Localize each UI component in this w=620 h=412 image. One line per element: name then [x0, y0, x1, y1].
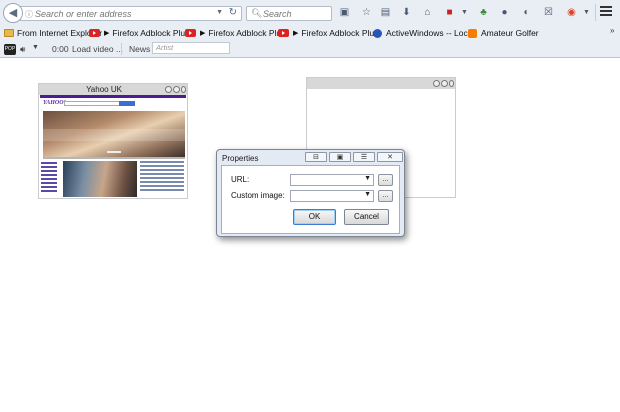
- browse-url-button[interactable]: ...: [378, 174, 393, 186]
- cancel-button[interactable]: Cancel: [344, 209, 389, 225]
- video-toolbar: POP 🔊︎ ▼ 0:00 Load video ... News Artist: [0, 42, 620, 57]
- hamburger-menu-icon[interactable]: [600, 6, 614, 18]
- bookmarks-toolbar: From Internet Explorer ▶ Firefox Adblock…: [0, 26, 620, 40]
- url-label: URL:: [231, 175, 250, 184]
- browse-image-button[interactable]: ...: [378, 190, 393, 202]
- chevron-down-icon[interactable]: ▼: [364, 191, 371, 198]
- play-triangle-icon: ▶: [104, 30, 110, 37]
- artist-input[interactable]: Artist: [152, 42, 230, 54]
- videobar-separator: [121, 43, 122, 55]
- bookmark-amateur-golfer[interactable]: Amateur Golfer: [468, 26, 539, 40]
- bookmark-adblock-2[interactable]: ▶ Firefox Adblock Plu...: [185, 26, 288, 40]
- url-history-dropdown-icon[interactable]: ▼: [216, 9, 223, 16]
- dialog-body: URL: ▼ ... Custom image: ▼ ... OK Cancel: [221, 165, 400, 234]
- extension-red-icon[interactable]: ■: [443, 6, 456, 19]
- close-icon[interactable]: ✕: [377, 152, 403, 162]
- yahoo-story-image: [63, 161, 137, 197]
- navigation-toolbar: ⓘ ▼ ↻ ◀ 🔍︎ ▣ ☆ ▤ ⬇ ⌂ ■ ▼ ♣ ● ◐ ☒ ◉ ▼: [0, 0, 620, 25]
- thumbnail-header: [307, 78, 455, 89]
- bookmark-label: ActiveWindows -- Loc...: [386, 28, 475, 38]
- extension-green-icon[interactable]: ♣: [477, 6, 490, 19]
- clipboard-icon[interactable]: ▤: [379, 6, 392, 19]
- volume-dropdown-icon[interactable]: ▼: [32, 44, 39, 51]
- yahoo-search-button: [119, 101, 135, 106]
- url-bar[interactable]: ⓘ ▼ ↻: [20, 6, 242, 21]
- properties-dialog: Properties ⊟ ▣ ☰ ✕ URL: ▼ ... Custom ima…: [216, 149, 405, 237]
- video-time: 0:00: [52, 44, 69, 54]
- url-input[interactable]: [35, 8, 205, 20]
- youtube-icon: [278, 29, 289, 37]
- hero-pager: [107, 151, 121, 153]
- home-icon[interactable]: ⌂: [421, 6, 434, 19]
- info-icon[interactable]: ⓘ: [25, 9, 33, 20]
- chrome-extension-icon[interactable]: ◉: [565, 6, 578, 19]
- yahoo-logo: YAHOO!: [43, 100, 66, 106]
- close-thumbnail-icon[interactable]: [181, 86, 186, 93]
- yahoo-news-list: [140, 161, 184, 197]
- bookmark-adblock-3[interactable]: ▶ Firefox Adblock Plu...: [278, 26, 381, 40]
- pop-logo-icon[interactable]: POP: [4, 44, 16, 55]
- back-button[interactable]: ◀: [3, 3, 23, 23]
- bookmark-label: Firefox Adblock Plu...: [112, 28, 193, 38]
- youtube-icon: [89, 29, 100, 37]
- thumbnail-title: Yahoo UK: [86, 85, 122, 94]
- load-video-button[interactable]: Load video ...: [72, 44, 123, 54]
- yahoo-hero-image: [43, 111, 185, 157]
- bookmark-folder-ie[interactable]: From Internet Explorer: [4, 26, 102, 40]
- browser-chrome: ⓘ ▼ ↻ ◀ 🔍︎ ▣ ☆ ▤ ⬇ ⌂ ■ ▼ ♣ ● ◐ ☒ ◉ ▼ Fro…: [0, 0, 620, 58]
- volume-icon[interactable]: 🔊︎: [20, 44, 25, 55]
- custom-image-combobox[interactable]: ▼: [290, 190, 374, 202]
- extension-gray-icon[interactable]: ◐: [520, 6, 533, 19]
- reload-thumbnail-icon[interactable]: [165, 86, 172, 93]
- back-arrow-icon: ◀: [8, 6, 18, 19]
- tab-settings-icon[interactable]: ☰: [353, 152, 375, 162]
- url-combobox[interactable]: ▼: [290, 174, 374, 186]
- search-bar[interactable]: 🔍︎: [246, 6, 332, 21]
- edit-thumbnail-icon[interactable]: [441, 80, 448, 87]
- dialog-tab-strip: ⊟ ▣ ☰ ✕: [305, 152, 405, 163]
- extension-circle-icon[interactable]: ●: [498, 6, 511, 19]
- reader-view-icon[interactable]: ▣: [338, 6, 351, 19]
- bookmarks-overflow-icon[interactable]: »: [610, 26, 614, 35]
- thumbnail-header: Yahoo UK: [39, 84, 187, 95]
- yahoo-strip: [43, 157, 185, 159]
- bookmark-label: Amateur Golfer: [481, 28, 539, 38]
- tab-image-icon[interactable]: ▣: [329, 152, 351, 162]
- custom-image-label: Custom image:: [231, 191, 285, 200]
- yahoo-sidebar: [41, 162, 59, 198]
- bookmark-activewindows[interactable]: ActiveWindows -- Loc...: [373, 26, 475, 40]
- extension-dropdown-icon[interactable]: ▼: [458, 6, 471, 19]
- hero-band: [43, 129, 185, 141]
- chevron-down-icon[interactable]: ▼: [364, 175, 371, 182]
- ok-button[interactable]: OK: [293, 209, 336, 225]
- bookmark-label: Firefox Adblock Plu...: [208, 28, 289, 38]
- play-triangle-icon: ▶: [293, 30, 299, 37]
- news-button[interactable]: News: [129, 44, 150, 54]
- search-icon[interactable]: 🔍︎: [251, 8, 262, 19]
- bookmark-adblock-1[interactable]: ▶ Firefox Adblock Plu...: [89, 26, 192, 40]
- speed-dial-yahoo-uk[interactable]: Yahoo UK YAHOO!: [38, 83, 188, 199]
- activewindows-icon: [373, 28, 382, 38]
- dialog-title: Properties: [222, 154, 259, 163]
- yahoo-header: YAHOO!: [40, 98, 186, 109]
- close-thumbnail-icon[interactable]: [449, 80, 454, 87]
- download-icon[interactable]: ⬇: [400, 6, 413, 19]
- blogger-icon: [468, 28, 477, 38]
- bookmark-label: Firefox Adblock Plu...: [301, 28, 382, 38]
- bookmark-star-icon[interactable]: ☆: [360, 6, 373, 19]
- reload-thumbnail-icon[interactable]: [433, 80, 440, 87]
- reload-icon[interactable]: ↻: [229, 7, 237, 18]
- folder-icon: [4, 29, 14, 37]
- chrome-extension-dropdown-icon[interactable]: ▼: [580, 6, 593, 19]
- toolbar-separator: [595, 4, 596, 21]
- edit-thumbnail-icon[interactable]: [173, 86, 180, 93]
- search-input[interactable]: [263, 8, 329, 20]
- extension-x-icon[interactable]: ☒: [542, 6, 555, 19]
- play-triangle-icon: ▶: [200, 30, 206, 37]
- tab-url-icon[interactable]: ⊟: [305, 152, 327, 162]
- youtube-icon: [185, 29, 196, 37]
